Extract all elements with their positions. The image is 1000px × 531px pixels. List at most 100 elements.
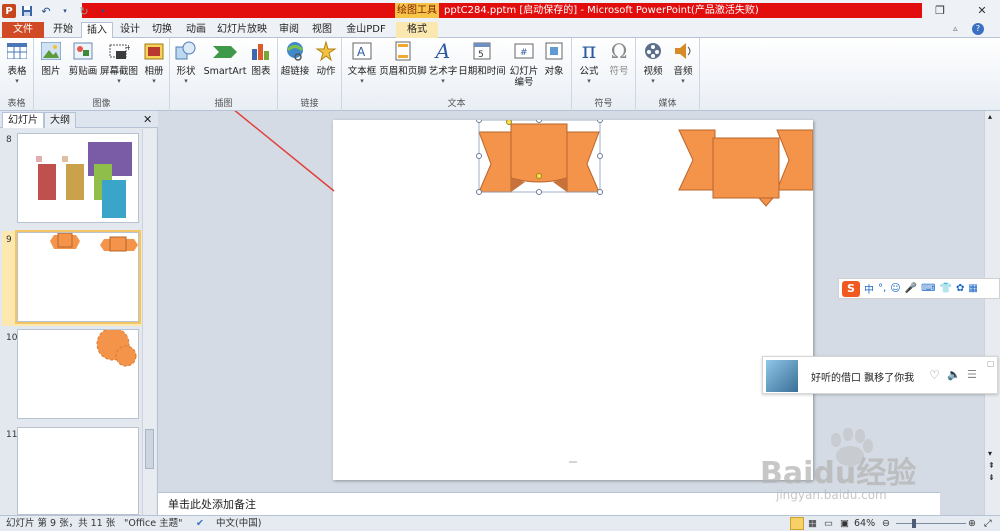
- tab-home[interactable]: 开始: [48, 22, 78, 38]
- table-button[interactable]: 表格 ▾: [4, 40, 30, 85]
- restore-icon[interactable]: ❐: [929, 2, 951, 20]
- action-button[interactable]: 动作: [312, 40, 340, 77]
- wordart-button[interactable]: A 艺术字 ▾: [428, 40, 458, 86]
- dropdown-icon[interactable]: ▾: [57, 3, 73, 19]
- clipart-button[interactable]: 剪贴画: [66, 40, 100, 77]
- zoom-in-icon[interactable]: ⊕: [968, 516, 976, 531]
- widget-close-icon[interactable]: ▢: [987, 359, 995, 368]
- tab-file[interactable]: 文件: [2, 22, 44, 38]
- slide-thumbnail-10[interactable]: [17, 327, 139, 419]
- normal-view-icon[interactable]: [790, 517, 804, 530]
- slide-number-11: 11: [6, 430, 18, 440]
- heart-icon[interactable]: ♡: [929, 368, 940, 382]
- ime-emoji-icon[interactable]: ☺: [890, 283, 900, 294]
- pane-scrollbar[interactable]: [142, 129, 156, 515]
- slide-sorter-icon[interactable]: ▦: [808, 516, 817, 531]
- scroll-up-icon[interactable]: ▴: [988, 112, 992, 121]
- zoom-level[interactable]: 64%: [854, 516, 875, 531]
- header-footer-button[interactable]: 页眉和页脚: [378, 40, 428, 77]
- smartart-button[interactable]: SmartArt: [202, 40, 248, 77]
- baidu-brand: Baidu经验: [760, 456, 917, 491]
- tab-format[interactable]: 格式: [396, 22, 438, 38]
- ime-punctuation-icon[interactable]: °,: [878, 283, 886, 294]
- slide-thumbnail-9[interactable]: [15, 230, 141, 324]
- close-icon[interactable]: ✕: [971, 2, 993, 20]
- ime-menu-icon[interactable]: ▦: [968, 283, 977, 294]
- help-icon[interactable]: ?: [972, 23, 984, 35]
- reading-view-icon[interactable]: ▭: [824, 516, 833, 531]
- slide-number-button[interactable]: # 幻灯片 编号: [506, 40, 542, 88]
- tab-design[interactable]: 设计: [116, 22, 144, 38]
- hyperlink-button[interactable]: 超链接: [280, 40, 310, 77]
- action-label: 动作: [316, 66, 336, 77]
- ime-keyboard-icon[interactable]: ⌨: [921, 283, 935, 294]
- chart-icon: [249, 40, 273, 62]
- tab-slides[interactable]: 幻灯片: [2, 112, 44, 128]
- music-player-widget[interactable]: 好听的借口 飘移了你我 ♡ 🔈 ☰ ▢: [762, 356, 998, 394]
- zoom-slider-track[interactable]: [896, 523, 966, 524]
- chart-button[interactable]: 图表: [248, 40, 274, 77]
- minimize-ribbon-icon[interactable]: ▵: [953, 24, 958, 34]
- tab-outline[interactable]: 大纲: [44, 112, 76, 128]
- zoom-out-icon[interactable]: ⊖: [882, 516, 890, 531]
- ime-mode-label[interactable]: 中: [864, 281, 874, 296]
- picture-button[interactable]: 图片: [38, 40, 64, 77]
- sogou-logo-icon[interactable]: S: [842, 280, 860, 297]
- tab-animations[interactable]: 动画: [181, 22, 211, 38]
- song-title: 好听的借口 飘移了你我: [811, 373, 915, 384]
- baidu-url: jingyan.baidu.com: [776, 488, 887, 502]
- tab-kingsoft-pdf[interactable]: 金山PDF: [341, 22, 391, 38]
- shapes-button[interactable]: 形状 ▾: [172, 40, 200, 85]
- photo-album-icon: [142, 40, 166, 62]
- chevron-down-icon: ▾: [587, 77, 591, 85]
- smartart-icon: [213, 40, 237, 62]
- playlist-icon[interactable]: ☰: [967, 368, 977, 381]
- redo-icon[interactable]: ↻: [76, 3, 92, 19]
- customize-qat-icon[interactable]: ▾: [95, 3, 111, 19]
- volume-icon[interactable]: 🔈: [947, 368, 961, 381]
- ime-skin-icon[interactable]: 👕: [940, 283, 952, 294]
- slide-thumbnail-11[interactable]: [17, 427, 139, 515]
- screenshot-button[interactable]: + 屏幕截图 ▾: [98, 40, 140, 85]
- tab-transitions[interactable]: 切换: [147, 22, 177, 38]
- equation-button[interactable]: π 公式 ▾: [574, 40, 604, 85]
- slideshow-view-icon[interactable]: ▣: [840, 516, 849, 531]
- ime-voice-icon[interactable]: 🎤: [905, 283, 917, 294]
- video-button[interactable]: 视频 ▾: [638, 40, 668, 85]
- tab-insert[interactable]: 插入: [81, 22, 113, 39]
- group-tables: 表格 ▾ 表格: [0, 38, 34, 111]
- group-label-symbols: 符号: [594, 99, 613, 109]
- save-icon[interactable]: [19, 3, 35, 19]
- date-time-button[interactable]: 5 日期和时间: [456, 40, 508, 77]
- object-button[interactable]: 对象: [540, 40, 568, 77]
- slide-number-10: 10: [6, 333, 18, 343]
- group-label-media: 媒体: [658, 99, 677, 109]
- symbol-label: 符号: [609, 66, 629, 77]
- symbol-button[interactable]: Ω 符号: [604, 40, 634, 78]
- ime-toolbar[interactable]: S 中 °, ☺ 🎤 ⌨ 👕 ✿ ▦: [838, 278, 1000, 299]
- svg-text:5: 5: [478, 50, 484, 60]
- textbox-button[interactable]: A 文本框 ▾: [344, 40, 380, 85]
- chart-label: 图表: [251, 66, 271, 77]
- slide-10-preview: [96, 327, 137, 367]
- zoom-slider-thumb[interactable]: [912, 519, 916, 528]
- ime-tools-icon[interactable]: ✿: [956, 283, 964, 294]
- audio-button[interactable]: 音频 ▾: [668, 40, 698, 85]
- language-label[interactable]: 中文(中国): [216, 516, 261, 531]
- undo-icon[interactable]: ↶: [38, 3, 54, 19]
- group-symbols: π 公式 ▾ Ω 符号 符号: [572, 38, 636, 111]
- tab-review[interactable]: 审阅: [274, 22, 304, 38]
- screenshot-icon: +: [107, 40, 131, 62]
- proofing-icon[interactable]: ✔: [196, 516, 204, 531]
- album-button[interactable]: 相册 ▾: [140, 40, 168, 85]
- tab-view[interactable]: 视图: [307, 22, 337, 38]
- slide-thumbnail-8[interactable]: [17, 133, 139, 223]
- close-pane-icon[interactable]: ✕: [143, 113, 152, 126]
- date-time-label: 日期和时间: [458, 66, 506, 77]
- fit-slide-icon[interactable]: ⤢: [984, 516, 992, 531]
- chevron-down-icon: ▾: [117, 77, 121, 85]
- tab-slideshow[interactable]: 幻灯片放映: [214, 22, 270, 38]
- slide-number-8: 8: [6, 135, 12, 145]
- pane-scroll-thumb[interactable]: [145, 429, 154, 469]
- powerpoint-logo-icon[interactable]: P: [2, 4, 16, 18]
